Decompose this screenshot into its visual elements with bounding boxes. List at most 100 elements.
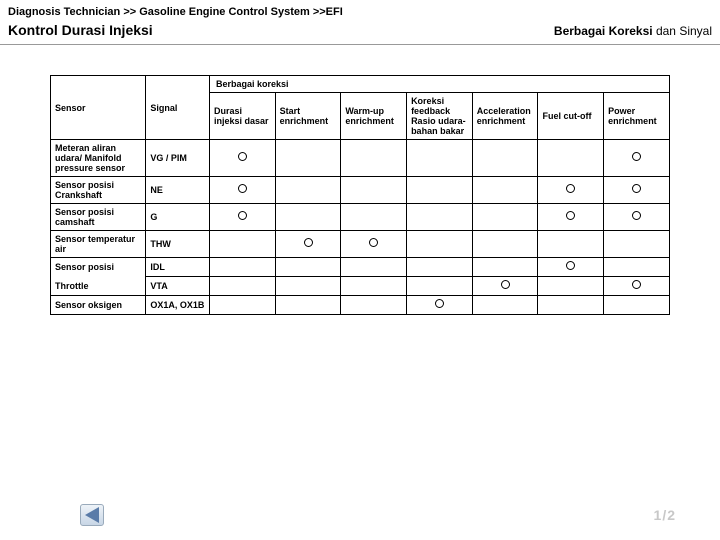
signal-cell: THW — [146, 231, 210, 258]
circle-icon — [238, 152, 247, 161]
header-sensor: Sensor — [51, 76, 146, 140]
table-row: ThrottleVTA — [51, 277, 670, 296]
header-signal: Signal — [146, 76, 210, 140]
mark-cell — [275, 204, 341, 231]
mark-cell — [407, 231, 473, 258]
table-row: Sensor posisi camshaftG — [51, 204, 670, 231]
signal-cell: NE — [146, 177, 210, 204]
mark-cell — [341, 296, 407, 315]
col-accel: Acceleration enrichment — [472, 93, 538, 140]
mark-cell — [407, 296, 473, 315]
mark-cell — [472, 177, 538, 204]
mark-cell — [341, 258, 407, 277]
mark-cell — [604, 231, 670, 258]
mark-cell — [209, 177, 275, 204]
mark-cell — [472, 140, 538, 177]
circle-icon — [632, 280, 641, 289]
circle-icon — [304, 238, 313, 247]
circle-icon — [369, 238, 378, 247]
mark-cell — [407, 204, 473, 231]
mark-cell — [472, 296, 538, 315]
page-number: 1/2 — [654, 507, 676, 523]
mark-cell — [275, 258, 341, 277]
back-arrow-icon — [85, 507, 99, 523]
table-row: Meteran aliran udara/ Manifold pressure … — [51, 140, 670, 177]
content: Sensor Signal Berbagai koreksi Durasi in… — [0, 45, 720, 315]
mark-cell — [472, 204, 538, 231]
header-group: Berbagai koreksi — [209, 76, 669, 93]
circle-icon — [501, 280, 510, 289]
title-row: Kontrol Durasi Injeksi Berbagai Koreksi … — [0, 20, 720, 44]
subtitle-rest: dan Sinyal — [653, 24, 712, 38]
circle-icon — [632, 211, 641, 220]
circle-icon — [435, 299, 444, 308]
mark-cell — [472, 231, 538, 258]
mark-cell — [604, 177, 670, 204]
sensor-cell: Sensor posisi — [51, 258, 146, 277]
circle-icon — [238, 184, 247, 193]
table-body: Meteran aliran udara/ Manifold pressure … — [51, 140, 670, 315]
mark-cell — [604, 258, 670, 277]
back-button[interactable] — [80, 504, 104, 526]
circle-icon — [566, 184, 575, 193]
mark-cell — [341, 277, 407, 296]
col-cutoff: Fuel cut-off — [538, 93, 604, 140]
signal-cell: G — [146, 204, 210, 231]
circle-icon — [632, 152, 641, 161]
table-row: Sensor posisiIDL — [51, 258, 670, 277]
mark-cell — [472, 277, 538, 296]
col-durasi: Durasi injeksi dasar — [209, 93, 275, 140]
table-row: Sensor posisi CrankshaftNE — [51, 177, 670, 204]
mark-cell — [209, 258, 275, 277]
mark-cell — [275, 177, 341, 204]
table-row: Sensor oksigenOX1A, OX1B — [51, 296, 670, 315]
mark-cell — [341, 177, 407, 204]
mark-cell — [209, 277, 275, 296]
sensor-cell: Meteran aliran udara/ Manifold pressure … — [51, 140, 146, 177]
circle-icon — [238, 211, 247, 220]
mark-cell — [209, 231, 275, 258]
sensor-cell: Sensor posisi Crankshaft — [51, 177, 146, 204]
subtitle-bold: Berbagai Koreksi — [554, 24, 653, 38]
mark-cell — [275, 296, 341, 315]
mark-cell — [275, 277, 341, 296]
signal-cell: OX1A, OX1B — [146, 296, 210, 315]
mark-cell — [538, 296, 604, 315]
page-title: Kontrol Durasi Injeksi — [8, 22, 153, 38]
circle-icon — [566, 211, 575, 220]
col-power: Power enrichment — [604, 93, 670, 140]
mark-cell — [341, 140, 407, 177]
signal-cell: VTA — [146, 277, 210, 296]
mark-cell — [407, 177, 473, 204]
mark-cell — [538, 258, 604, 277]
mark-cell — [538, 204, 604, 231]
mark-cell — [209, 296, 275, 315]
mark-cell — [538, 140, 604, 177]
breadcrumb: Diagnosis Technician >> Gasoline Engine … — [0, 0, 720, 20]
mark-cell — [538, 277, 604, 296]
footer: 1/2 — [0, 504, 720, 526]
mark-cell — [341, 204, 407, 231]
circle-icon — [566, 261, 575, 270]
sensor-cell: Sensor posisi camshaft — [51, 204, 146, 231]
circle-icon — [632, 184, 641, 193]
col-warmup: Warm-up enrichment — [341, 93, 407, 140]
mark-cell — [407, 140, 473, 177]
mark-cell — [275, 140, 341, 177]
col-feedback: Koreksi feedback Rasio udara-bahan bakar — [407, 93, 473, 140]
mark-cell — [604, 296, 670, 315]
signal-cell: VG / PIM — [146, 140, 210, 177]
mark-cell — [604, 204, 670, 231]
mark-cell — [341, 231, 407, 258]
sensor-cell: Sensor oksigen — [51, 296, 146, 315]
mark-cell — [472, 258, 538, 277]
mark-cell — [407, 258, 473, 277]
mark-cell — [209, 140, 275, 177]
mark-cell — [538, 177, 604, 204]
sensor-cell: Sensor temperatur air — [51, 231, 146, 258]
col-start: Start enrichment — [275, 93, 341, 140]
signal-cell: IDL — [146, 258, 210, 277]
correction-table: Sensor Signal Berbagai koreksi Durasi in… — [50, 75, 670, 315]
page-subtitle: Berbagai Koreksi dan Sinyal — [554, 24, 712, 38]
sensor-cell: Throttle — [51, 277, 146, 296]
